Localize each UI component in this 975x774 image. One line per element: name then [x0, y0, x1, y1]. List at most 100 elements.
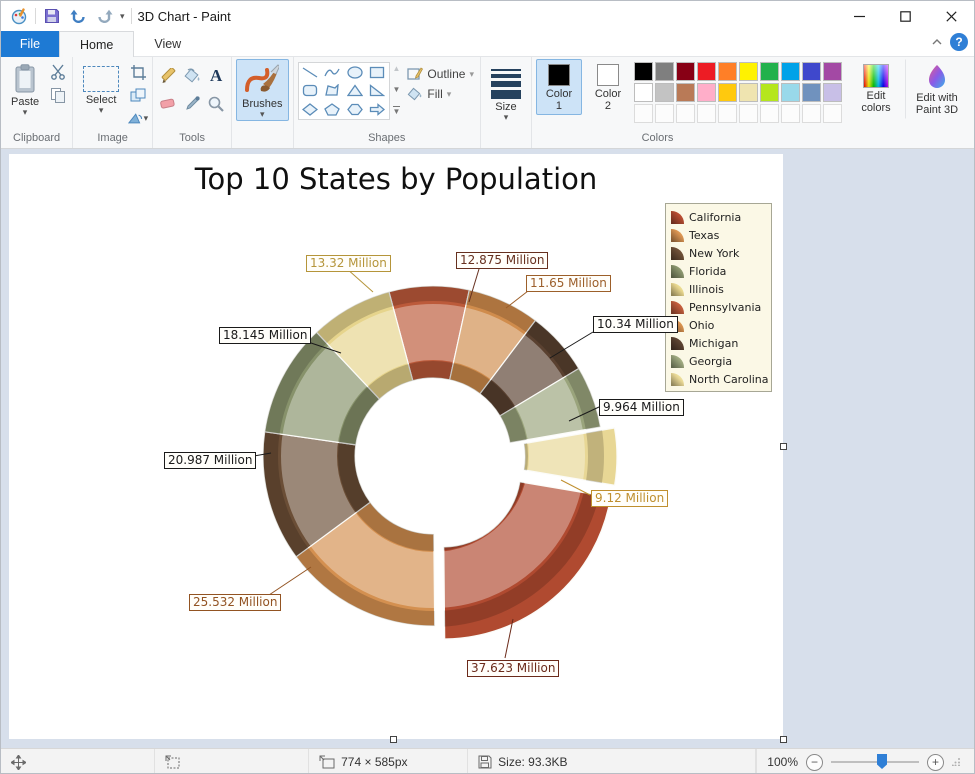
collapse-ribbon-icon[interactable]	[932, 39, 942, 45]
shape-line[interactable]	[302, 66, 318, 79]
palette-empty-cell[interactable]	[823, 104, 842, 123]
palette-color[interactable]	[676, 83, 695, 102]
zoom-slider[interactable]	[831, 761, 919, 763]
palette-empty-cell[interactable]	[655, 104, 674, 123]
tab-home[interactable]: Home	[59, 31, 134, 57]
crop-button[interactable]	[128, 63, 148, 81]
shapes-expand-icon[interactable]: ▼	[393, 106, 401, 116]
shape-rounded-rectangle[interactable]	[302, 84, 318, 97]
palette-color[interactable]	[634, 62, 653, 81]
close-button[interactable]	[928, 1, 974, 31]
paste-button[interactable]: Paste▾	[5, 59, 45, 119]
edit-colors-button[interactable]: Edit colors	[850, 59, 902, 117]
palette-empty-cell[interactable]	[739, 104, 758, 123]
shape-hexagon[interactable]	[347, 103, 363, 116]
palette-color[interactable]	[823, 62, 842, 81]
size-button[interactable]: Size▾	[485, 59, 527, 124]
shapes-group: ▲ ▼ ▼ Outline▾ Fill▾ Shapes	[294, 57, 481, 148]
clipboard-group: Paste▾ Clipboard	[1, 57, 73, 148]
palette-color[interactable]	[802, 83, 821, 102]
cut-button[interactable]	[48, 63, 68, 81]
data-label-new-york: 20.987 Million	[164, 452, 256, 469]
palette-color[interactable]	[739, 62, 758, 81]
save-button[interactable]	[42, 6, 62, 26]
magnifier-tool[interactable]	[205, 91, 227, 117]
pencil-tool[interactable]	[157, 63, 179, 89]
tab-file[interactable]: File	[1, 31, 59, 57]
window-controls	[836, 1, 974, 31]
palette-empty-cell[interactable]	[760, 104, 779, 123]
select-button[interactable]: Select▾	[77, 59, 125, 117]
palette-color[interactable]	[718, 83, 737, 102]
shape-rectangle[interactable]	[369, 66, 385, 79]
rotate-button[interactable]: ▾	[128, 109, 148, 127]
color1-swatch	[548, 64, 570, 86]
redo-button[interactable]	[94, 6, 114, 26]
palette-empty-cell[interactable]	[718, 104, 737, 123]
fill-icon	[407, 87, 423, 101]
palette-color[interactable]	[655, 62, 674, 81]
zoom-out-button[interactable]: −	[806, 754, 823, 771]
fill-tool[interactable]	[181, 63, 203, 89]
palette-color[interactable]	[760, 62, 779, 81]
palette-empty-cell[interactable]	[634, 104, 653, 123]
help-button[interactable]: ?	[950, 33, 968, 51]
clipboard-group-label: Clipboard	[5, 132, 68, 148]
palette-color[interactable]	[676, 62, 695, 81]
brushes-button[interactable]: Brushes▾	[236, 59, 288, 121]
edit-with-paint3d-button[interactable]: Edit with Paint 3D	[905, 59, 969, 119]
color1-button[interactable]: Color 1	[536, 59, 582, 115]
palette-color[interactable]	[655, 83, 674, 102]
brush-icon	[245, 64, 279, 96]
zoom-slider-thumb[interactable]	[877, 754, 887, 769]
shape-polygon[interactable]	[324, 84, 340, 97]
palette-color[interactable]	[634, 83, 653, 102]
legend-swatch	[671, 337, 684, 350]
palette-color[interactable]	[781, 83, 800, 102]
palette-empty-cell[interactable]	[676, 104, 695, 123]
resize-button[interactable]	[128, 86, 148, 104]
palette-empty-cell[interactable]	[802, 104, 821, 123]
palette-color[interactable]	[823, 83, 842, 102]
eraser-tool[interactable]	[157, 91, 179, 117]
canvas-resize-handle-corner[interactable]	[780, 736, 787, 743]
maximize-button[interactable]	[882, 1, 928, 31]
palette-empty-cell[interactable]	[697, 104, 716, 123]
undo-button[interactable]	[68, 6, 88, 26]
minimize-button[interactable]	[836, 1, 882, 31]
palette-color[interactable]	[697, 62, 716, 81]
color-picker-tool[interactable]	[181, 91, 203, 117]
legend-label: North Carolina	[689, 373, 769, 386]
selection-size-cell	[155, 749, 309, 774]
palette-color[interactable]	[739, 83, 758, 102]
copy-button[interactable]	[48, 86, 68, 104]
outline-dropdown[interactable]: Outline▾	[407, 67, 474, 81]
leader-line	[506, 291, 528, 308]
shape-right-triangle[interactable]	[369, 84, 385, 97]
qat-customize-dropdown[interactable]: ▾	[120, 12, 125, 20]
shape-arrow-right[interactable]	[369, 103, 385, 116]
drawing-canvas[interactable]: Top 10 States by Population CaliforniaTe…	[9, 154, 783, 739]
zoom-in-button[interactable]: +	[927, 754, 944, 771]
palette-empty-cell[interactable]	[781, 104, 800, 123]
color2-button[interactable]: Color 2	[585, 59, 631, 115]
shape-curve[interactable]	[324, 66, 340, 79]
colors-group: Color 1 Color 2 Edit colors Edit with	[532, 57, 973, 148]
canvas-resize-handle-right[interactable]	[780, 443, 787, 450]
shape-triangle[interactable]	[347, 84, 363, 97]
fill-dropdown[interactable]: Fill▾	[407, 87, 474, 101]
shape-ellipse[interactable]	[347, 66, 363, 79]
palette-color[interactable]	[781, 62, 800, 81]
shapes-scroll-up-icon[interactable]: ▲	[393, 64, 401, 73]
text-tool[interactable]: A	[205, 63, 227, 89]
palette-color[interactable]	[697, 83, 716, 102]
palette-color[interactable]	[802, 62, 821, 81]
canvas-resize-handle-bottom[interactable]	[390, 736, 397, 743]
palette-color[interactable]	[718, 62, 737, 81]
donut-shading	[270, 293, 596, 619]
shape-pentagon[interactable]	[324, 103, 340, 116]
palette-color[interactable]	[760, 83, 779, 102]
shape-diamond[interactable]	[302, 103, 318, 116]
tab-view[interactable]: View	[134, 31, 201, 57]
shapes-scroll-down-icon[interactable]: ▼	[393, 85, 401, 94]
